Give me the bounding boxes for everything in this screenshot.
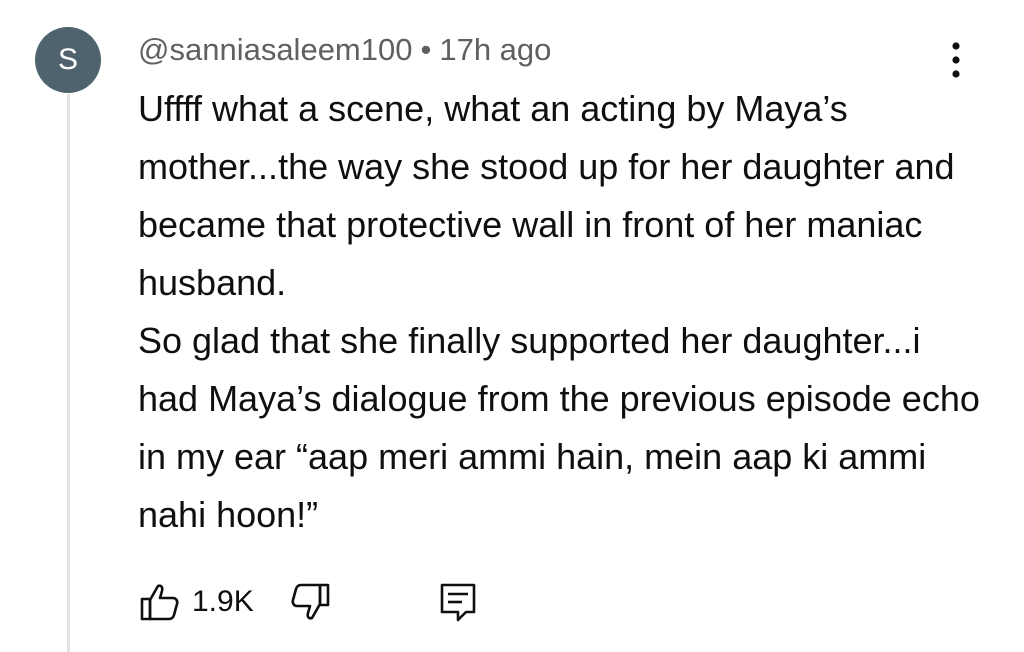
comment-timestamp[interactable]: 17h ago (439, 32, 551, 67)
avatar-letter: S (57, 43, 78, 76)
dislike-button[interactable] (288, 580, 332, 624)
thread-line (67, 94, 70, 652)
like-count: 1.9K (192, 585, 254, 618)
reply-comment-icon (440, 583, 476, 622)
more-vertical-icon (952, 42, 960, 78)
thumbs-up-icon (140, 584, 179, 621)
avatar[interactable]: S (35, 27, 101, 93)
comment-paragraph: So glad that she finally supported her d… (138, 320, 980, 535)
thumbs-down-icon (291, 583, 330, 620)
comment-header: @sanniasaleem100 • 17h ago (138, 30, 551, 70)
header-separator: • (420, 32, 432, 67)
more-options-button[interactable] (938, 38, 974, 82)
author-name[interactable]: @sanniasaleem100 (138, 32, 412, 67)
comment-text: Uffff what a scene, what an acting by Ma… (138, 80, 988, 544)
comment-actions: 1.9K (138, 578, 480, 626)
like-button[interactable] (138, 580, 182, 624)
reply-button[interactable] (436, 580, 480, 624)
comment-paragraph: Uffff what a scene, what an acting by Ma… (138, 88, 955, 303)
